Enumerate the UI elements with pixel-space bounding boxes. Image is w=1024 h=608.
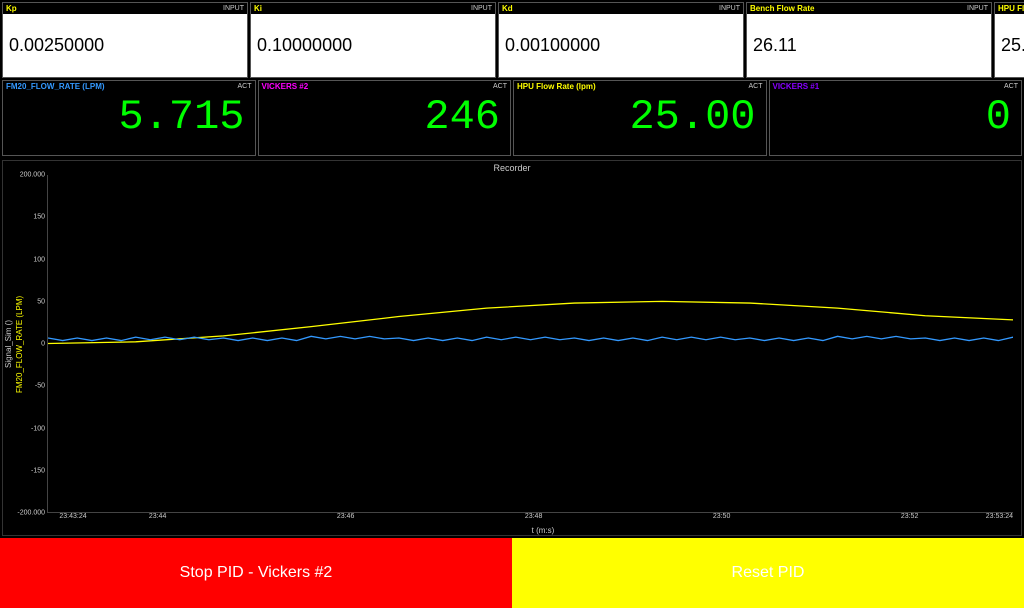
- xtick: 23:50: [713, 513, 731, 520]
- vickers2-label: VICKERS #2: [262, 81, 309, 92]
- input-row: Kp INPUT Ki INPUT Kd INPUT Bench Flow Ra…: [0, 0, 1024, 80]
- kp-tag: INPUT: [223, 3, 244, 14]
- kd-input[interactable]: [499, 14, 743, 77]
- bench-flow-tag: INPUT: [967, 3, 988, 14]
- vickers1-tag: ACT: [1004, 81, 1018, 92]
- ylabel-signal: Signal_Sim (): [3, 175, 14, 513]
- y-ticks: 200.000 150 100 50 0 -50 -100 -150 -200.…: [25, 175, 47, 513]
- xtick: 23:44: [149, 513, 167, 520]
- xtick: 23:48: [525, 513, 543, 520]
- ki-label: Ki: [254, 3, 262, 14]
- ytick: 50: [37, 298, 45, 305]
- kd-label: Kd: [502, 3, 513, 14]
- bench-flow-label: Bench Flow Rate: [750, 3, 814, 14]
- x-axis: 23:43:24 23:44 23:46 23:48 23:50 23:52 2…: [73, 513, 1013, 535]
- bench-flow-input[interactable]: [747, 14, 991, 77]
- hpu-act-value: 25.00: [514, 92, 766, 155]
- ytick: -100: [31, 425, 45, 432]
- hpu-flow-input[interactable]: [995, 14, 1024, 77]
- ytick: -50: [35, 383, 45, 390]
- button-row: Stop PID - Vickers #2 Reset PID: [0, 538, 1024, 608]
- ytick: 150: [33, 214, 45, 221]
- kp-panel: Kp INPUT: [2, 2, 248, 78]
- ki-input[interactable]: [251, 14, 495, 77]
- recorder-chart: Recorder Signal_Sim () FM20_FLOW_RATE (L…: [2, 160, 1022, 536]
- kd-tag: INPUT: [719, 3, 740, 14]
- vickers2-panel: VICKERS #2 ACT 246: [258, 80, 512, 156]
- ytick: -200.000: [17, 510, 45, 517]
- fm20-panel: FM20_FLOW_RATE (LPM) ACT 5.715: [2, 80, 256, 156]
- kp-label: Kp: [6, 3, 17, 14]
- ki-panel: Ki INPUT: [250, 2, 496, 78]
- bench-flow-panel: Bench Flow Rate INPUT: [746, 2, 992, 78]
- ytick: 100: [33, 256, 45, 263]
- fm20-value: 5.715: [3, 92, 255, 155]
- ylabel-fm: FM20_FLOW_RATE (LPM): [14, 175, 25, 513]
- ytick: -150: [31, 467, 45, 474]
- hpu-act-tag: ACT: [749, 81, 763, 92]
- kp-input[interactable]: [3, 14, 247, 77]
- vickers2-value: 246: [259, 92, 511, 155]
- plot-area[interactable]: [47, 175, 1013, 513]
- reset-pid-button[interactable]: Reset PID: [512, 538, 1024, 608]
- xtick: 23:53:24: [986, 513, 1013, 520]
- xlabel: t (m:s): [532, 526, 555, 535]
- ytick: 200.000: [20, 172, 45, 179]
- actual-row: FM20_FLOW_RATE (LPM) ACT 5.715 VICKERS #…: [0, 80, 1024, 158]
- hpu-act-label: HPU Flow Rate (lpm): [517, 81, 596, 92]
- vickers1-value: 0: [770, 92, 1022, 155]
- hpu-flow-label: HPU Flow Rate: [998, 3, 1024, 14]
- chart-title: Recorder: [3, 161, 1021, 175]
- hpu-flow-panel: HPU Flow Rate INPUT: [994, 2, 1024, 78]
- xtick: 23:52: [901, 513, 919, 520]
- xtick: 23:46: [337, 513, 355, 520]
- hpu-act-panel: HPU Flow Rate (lpm) ACT 25.00: [513, 80, 767, 156]
- vickers1-panel: VICKERS #1 ACT 0: [769, 80, 1023, 156]
- plot-svg: [48, 175, 1013, 512]
- ytick: 0: [41, 341, 45, 348]
- vickers1-label: VICKERS #1: [773, 81, 820, 92]
- fm20-tag: ACT: [238, 81, 252, 92]
- ki-tag: INPUT: [471, 3, 492, 14]
- kd-panel: Kd INPUT: [498, 2, 744, 78]
- xtick: 23:43:24: [59, 513, 86, 520]
- stop-pid-button[interactable]: Stop PID - Vickers #2: [0, 538, 512, 608]
- vickers2-tag: ACT: [493, 81, 507, 92]
- fm20-label: FM20_FLOW_RATE (LPM): [6, 81, 105, 92]
